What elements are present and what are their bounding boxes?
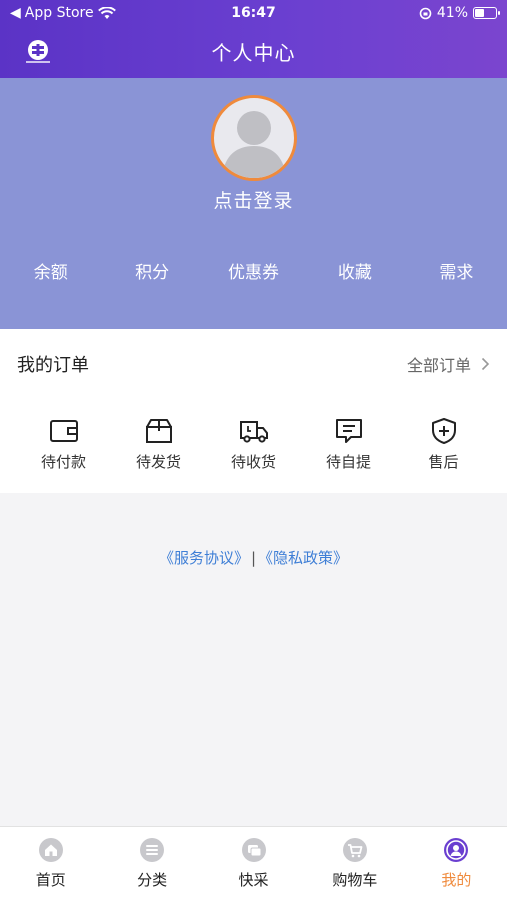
order-pending-pickup[interactable]: 待自提 [301,417,396,472]
order-pending-receipt[interactable]: 待收货 [206,417,301,472]
orders-header: 我的订单 全部订单 [17,351,490,377]
delivery-truck-icon [239,421,268,443]
tab-label: 快采 [238,871,269,889]
tab-home[interactable]: 首页 [0,827,101,900]
service-agreement-link[interactable]: 《服务协议》 [159,549,249,567]
tab-label: 分类 [137,871,168,889]
all-orders-link[interactable]: 全部订单 [407,352,490,376]
header-bar: ◀ App Store 16:47 41% 个人中心 [0,0,507,78]
chevron-right-icon [481,357,490,371]
avatar[interactable] [211,95,297,181]
stat-coupons[interactable]: 优惠券 [203,258,304,283]
tab-label: 购物车 [332,871,378,889]
order-pending-shipment[interactable]: 待发货 [111,417,206,472]
login-link[interactable]: 点击登录 [0,186,507,213]
order-status-row: 待付款 待发货 待收货 待自提 售后 [0,417,507,472]
orientation-lock-icon [419,7,432,19]
message-icon [335,419,362,443]
orders-section: 我的订单 全部订单 待付款 待发货 待收货 待自提 售后 [0,329,507,493]
order-pending-payment[interactable]: 待付款 [16,417,111,472]
tab-label: 首页 [35,871,66,889]
category-icon [140,838,165,862]
all-orders-label: 全部订单 [406,356,471,375]
home-icon [38,838,63,862]
user-icon [444,838,469,862]
page-title: 个人中心 [211,41,296,65]
tab-cart[interactable]: 购物车 [304,827,405,900]
default-avatar-icon [222,111,286,178]
privacy-policy-link[interactable]: 《隐私政策》 [258,549,348,567]
stats-row: 余额 积分 优惠券 收藏 需求 [0,258,507,283]
order-item-label: 待发货 [135,453,181,471]
battery-percent: 41% [436,5,468,21]
tab-label: 我的 [441,871,472,889]
tab-category[interactable]: 分类 [101,827,202,900]
profile-section: 点击登录 余额 积分 优惠券 收藏 需求 [0,78,507,329]
legal-links: 《服务协议》 | 《隐私政策》 [0,547,507,568]
battery-level [475,9,485,17]
orders-title: 我的订单 [17,355,89,376]
shield-plus-icon [431,418,456,444]
status-right: 41% [419,5,500,21]
cart-icon [342,838,367,862]
package-icon [145,419,172,443]
tab-mine[interactable]: 我的 [406,827,507,900]
stat-points[interactable]: 积分 [101,258,202,283]
battery-icon [473,7,500,19]
stat-favorites[interactable]: 收藏 [304,258,405,283]
wallet-icon [49,420,78,442]
order-after-sales[interactable]: 售后 [396,417,491,472]
stat-demands[interactable]: 需求 [406,258,507,283]
bottom-tab-bar: 首页 分类 快采 购物车 我的 [0,826,507,900]
tab-quick-buy[interactable]: 快采 [203,827,304,900]
order-item-label: 待自提 [325,453,371,471]
order-item-label: 待付款 [40,453,86,471]
order-item-label: 售后 [428,453,459,471]
status-bar: ◀ App Store 16:47 41% [0,0,507,28]
link-separator: | [250,549,257,567]
stat-balance[interactable]: 余额 [0,258,101,283]
order-item-label: 待收货 [230,453,276,471]
quick-buy-icon [241,838,266,862]
